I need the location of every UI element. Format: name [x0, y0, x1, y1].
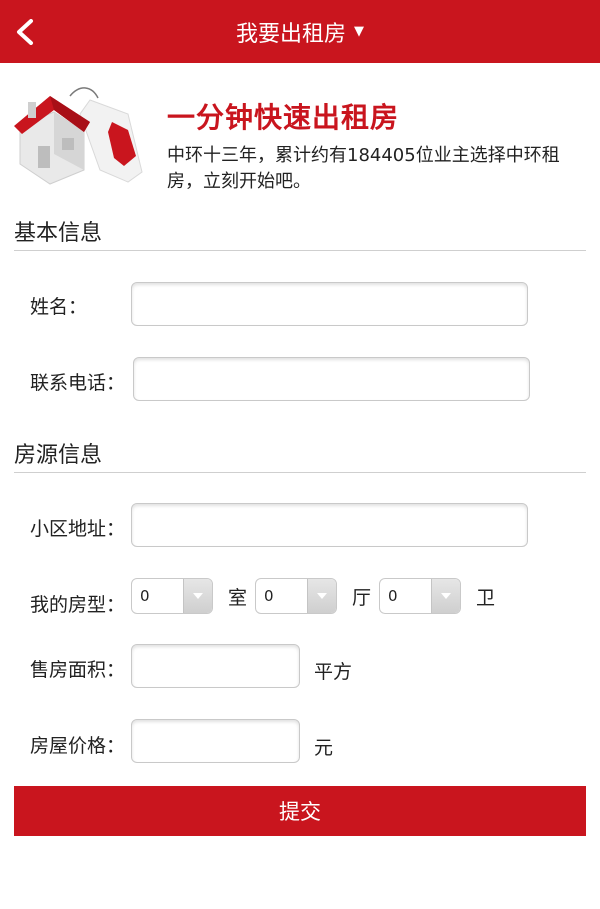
baths-select[interactable]: 0 — [379, 578, 461, 614]
section-title-property-info: 房源信息 — [14, 443, 103, 468]
section-divider — [14, 472, 586, 473]
dropdown-arrow-icon — [183, 579, 212, 613]
area-label: 售房面积： — [30, 659, 126, 681]
area-unit: 平方 — [314, 661, 353, 683]
caret-down-icon: ▼ — [354, 24, 364, 39]
section-title-basic-info: 基本信息 — [14, 221, 103, 246]
submit-button[interactable]: 提交 — [14, 786, 586, 836]
halls-unit: 厅 — [352, 587, 372, 609]
top-nav-bar: 我要出租房 ▼ — [0, 0, 600, 63]
page-title: 我要出租房 — [235, 21, 346, 47]
submit-button-label: 提交 — [279, 800, 321, 824]
rooms-select-value: 0 — [140, 587, 150, 605]
area-input[interactable] — [131, 644, 300, 688]
dropdown-arrow-icon — [431, 579, 460, 613]
rooms-unit: 室 — [228, 587, 248, 609]
price-input[interactable] — [131, 719, 300, 763]
name-input[interactable] — [131, 282, 528, 326]
price-label: 房屋价格： — [30, 735, 126, 757]
section-divider — [14, 250, 586, 251]
name-label: 姓名： — [30, 296, 88, 318]
halls-select[interactable]: 0 — [255, 578, 337, 614]
page-title-dropdown[interactable]: 我要出租房 ▼ — [0, 0, 600, 63]
rooms-select[interactable]: 0 — [131, 578, 213, 614]
intro-heading: 一分钟快速出租房 — [167, 101, 400, 134]
dropdown-arrow-icon — [307, 579, 336, 613]
intro-description: 中环十三年，累计约有184405位业主选择中环租房，立刻开始吧。 — [167, 145, 560, 192]
halls-select-value: 0 — [264, 587, 274, 605]
house-with-tag-icon — [14, 87, 143, 185]
price-unit: 元 — [314, 737, 334, 759]
baths-select-value: 0 — [388, 587, 398, 605]
layout-label: 我的房型： — [30, 594, 126, 616]
address-input[interactable] — [131, 503, 528, 547]
baths-unit: 卫 — [476, 587, 496, 609]
phone-input[interactable] — [133, 357, 530, 401]
phone-label: 联系电话： — [30, 372, 126, 394]
address-label: 小区地址： — [30, 518, 126, 540]
